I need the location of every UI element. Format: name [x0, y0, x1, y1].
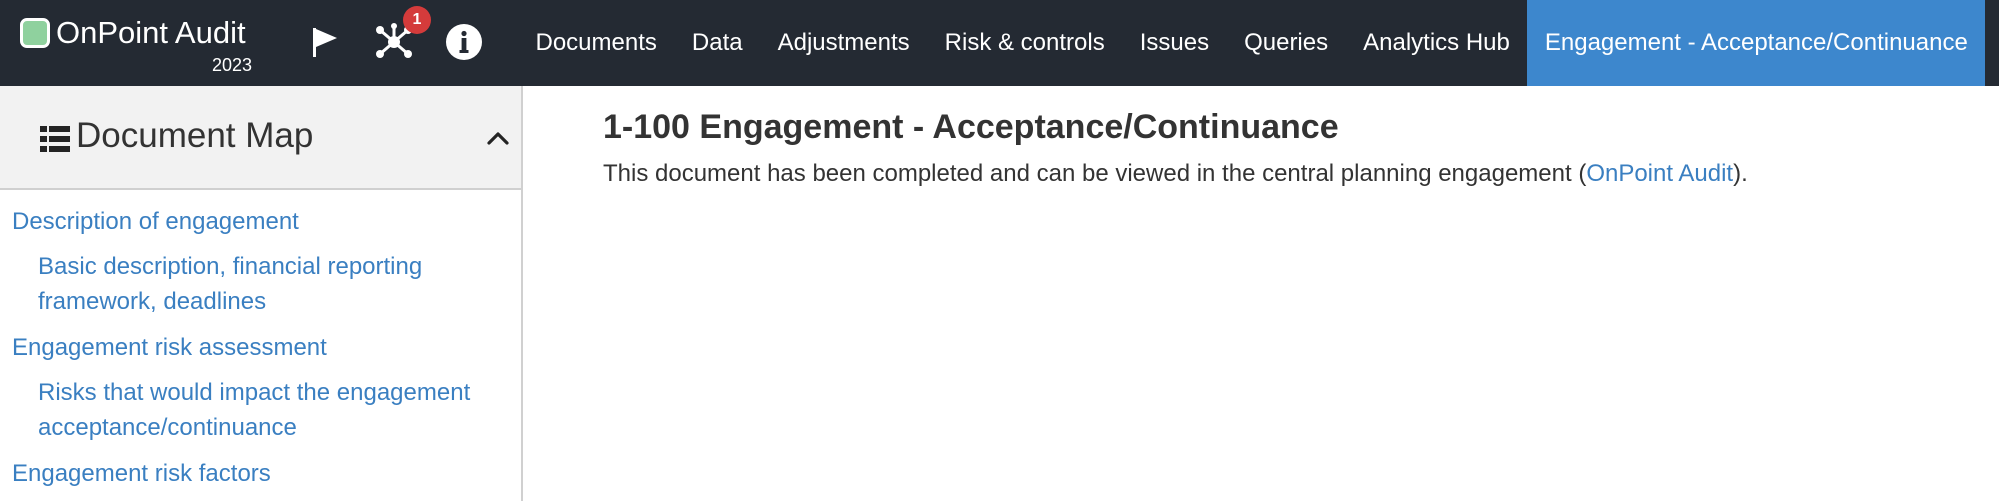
document-map-list: Description of engagement Basic descript…	[0, 204, 520, 501]
network-graph-button[interactable]: 1	[370, 6, 431, 66]
document-map-sidebar: Document Map Description of engagement B…	[0, 86, 523, 501]
document-map-header: Document Map	[0, 86, 521, 190]
nav-tab-adjustments[interactable]: Adjustments	[760, 0, 927, 86]
notification-badge: 1	[403, 6, 431, 34]
top-navigation-bar: OnPoint Audit 2023 1 Documents Data Adju…	[0, 0, 1999, 86]
onpoint-audit-link[interactable]: OnPoint Audit	[1586, 160, 1733, 187]
nav-tab-issues[interactable]: Issues	[1122, 0, 1226, 86]
app-year: 2023	[211, 55, 252, 75]
map-link-risks-impact-acceptance[interactable]: Risks that would impact the engagement a…	[0, 375, 490, 445]
nav-tab-data[interactable]: Data	[674, 0, 760, 86]
nav-tab-engagement-acceptance[interactable]: Engagement - Acceptance/Continuance	[1527, 0, 1986, 86]
app-title: OnPoint Audit	[56, 15, 246, 50]
info-button[interactable]	[440, 18, 488, 66]
info-icon	[446, 24, 482, 60]
completion-message: This document has been completed and can…	[603, 160, 1748, 188]
nav-tab-analytics-hub[interactable]: Analytics Hub	[1346, 0, 1528, 86]
chevron-up-icon[interactable]	[486, 126, 510, 150]
flag-icon	[313, 28, 337, 57]
message-text: This document has been completed and can…	[603, 160, 1587, 187]
map-link-engagement-risk-assessment[interactable]: Engagement risk assessment	[0, 330, 520, 365]
nav-tab-documents[interactable]: Documents	[518, 0, 674, 86]
page-title: 1-100 Engagement - Acceptance/Continuanc…	[603, 108, 1339, 146]
main-nav: Documents Data Adjustments Risk & contro…	[518, 0, 1986, 86]
nav-tab-risk-controls[interactable]: Risk & controls	[927, 0, 1122, 86]
document-map-title: Document Map	[76, 116, 314, 155]
list-icon	[40, 126, 70, 152]
map-link-engagement-risk-factors[interactable]: Engagement risk factors	[0, 456, 520, 491]
map-link-description-of-engagement[interactable]: Description of engagement	[0, 204, 520, 239]
message-text-end: ).	[1733, 160, 1748, 187]
flag-button[interactable]	[300, 18, 348, 66]
main-content: 1-100 Engagement - Acceptance/Continuanc…	[523, 86, 1999, 501]
brand[interactable]: OnPoint Audit 2023	[20, 14, 254, 76]
map-link-basic-description[interactable]: Basic description, financial reporting f…	[0, 249, 490, 319]
nav-tab-queries[interactable]: Queries	[1227, 0, 1346, 86]
app-logo-icon	[20, 18, 50, 48]
